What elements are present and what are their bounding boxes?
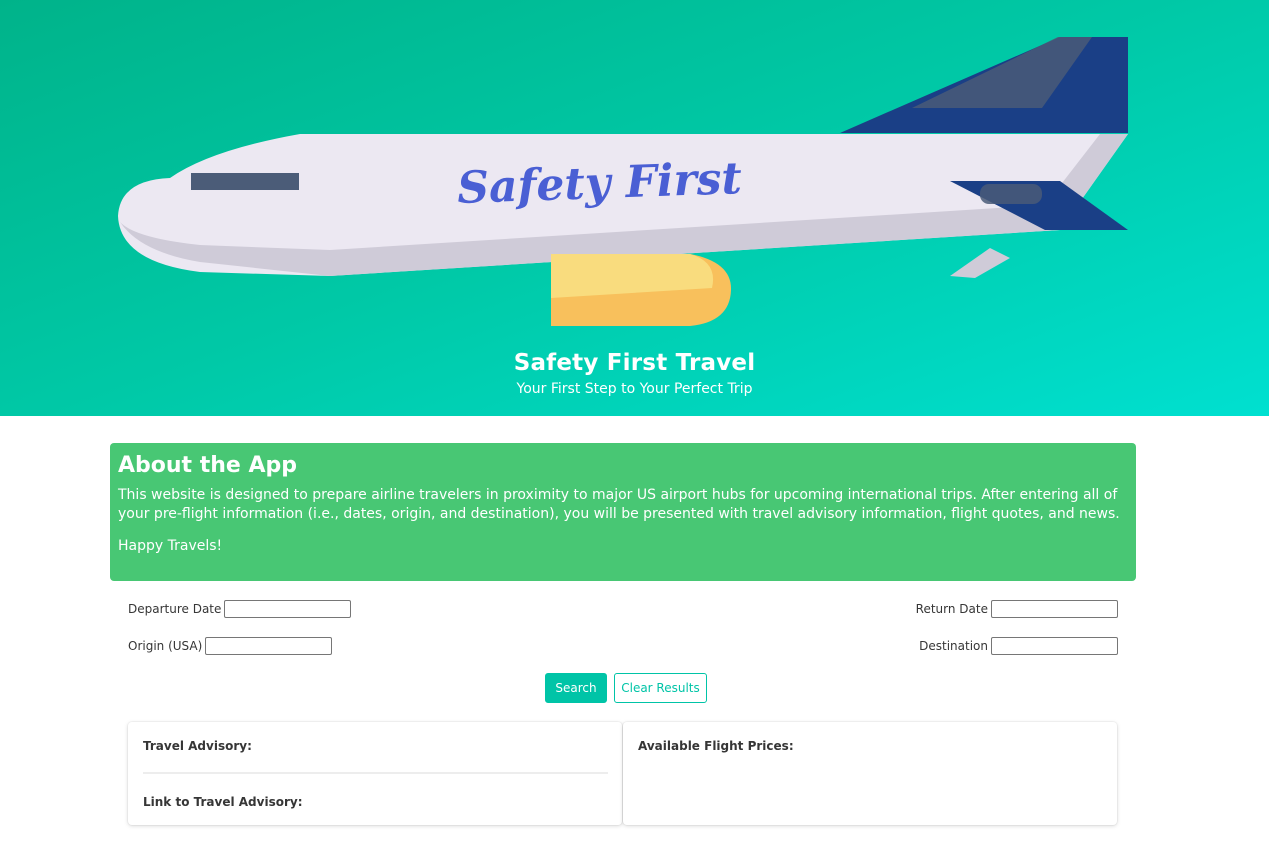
destination-field: Destination: [919, 637, 1118, 655]
search-button[interactable]: Search: [545, 673, 607, 703]
about-description: This website is designed to prepare airl…: [118, 487, 1120, 522]
origin-label: Origin (USA): [128, 639, 203, 653]
about-heading: About the App: [118, 453, 298, 478]
hero-title: Safety First Travel: [513, 350, 756, 376]
destination-label: Destination: [919, 639, 988, 653]
about-panel: About the App This website is designed t…: [110, 443, 1136, 581]
travel-advisory-label: Travel Advisory:: [143, 739, 252, 753]
return-date-label: Return Date: [915, 602, 988, 616]
origin-field: Origin (USA): [128, 637, 333, 655]
hero-subtitle: Your First Step to Your Perfect Trip: [516, 381, 753, 397]
about-closing: Happy Travels!: [118, 538, 223, 554]
flight-prices-card: Available Flight Prices:: [623, 722, 1117, 825]
flight-prices-label: Available Flight Prices:: [638, 739, 794, 753]
hero-banner: Safety First Safety First Travel Your Fi…: [0, 0, 1269, 416]
departure-date-label: Departure Date: [128, 602, 222, 616]
departure-date-field: Departure Date: [128, 600, 352, 618]
advisory-divider: [143, 772, 608, 774]
destination-input[interactable]: [991, 637, 1118, 655]
origin-input[interactable]: [205, 637, 333, 655]
return-date-field: Return Date: [916, 600, 1118, 618]
advisory-link-label: Link to Travel Advisory:: [143, 795, 303, 809]
plane-logo-text: Safety First: [456, 153, 742, 214]
wing-tip: [950, 248, 1010, 278]
travel-advisory-card: Travel Advisory: Link to Travel Advisory…: [128, 722, 622, 825]
clear-results-button[interactable]: Clear Results: [614, 673, 707, 703]
cockpit-window: [191, 173, 299, 190]
departure-date-input[interactable]: [224, 600, 352, 618]
return-date-input[interactable]: [991, 600, 1118, 618]
rear-stabilizer-highlight: [980, 184, 1042, 204]
